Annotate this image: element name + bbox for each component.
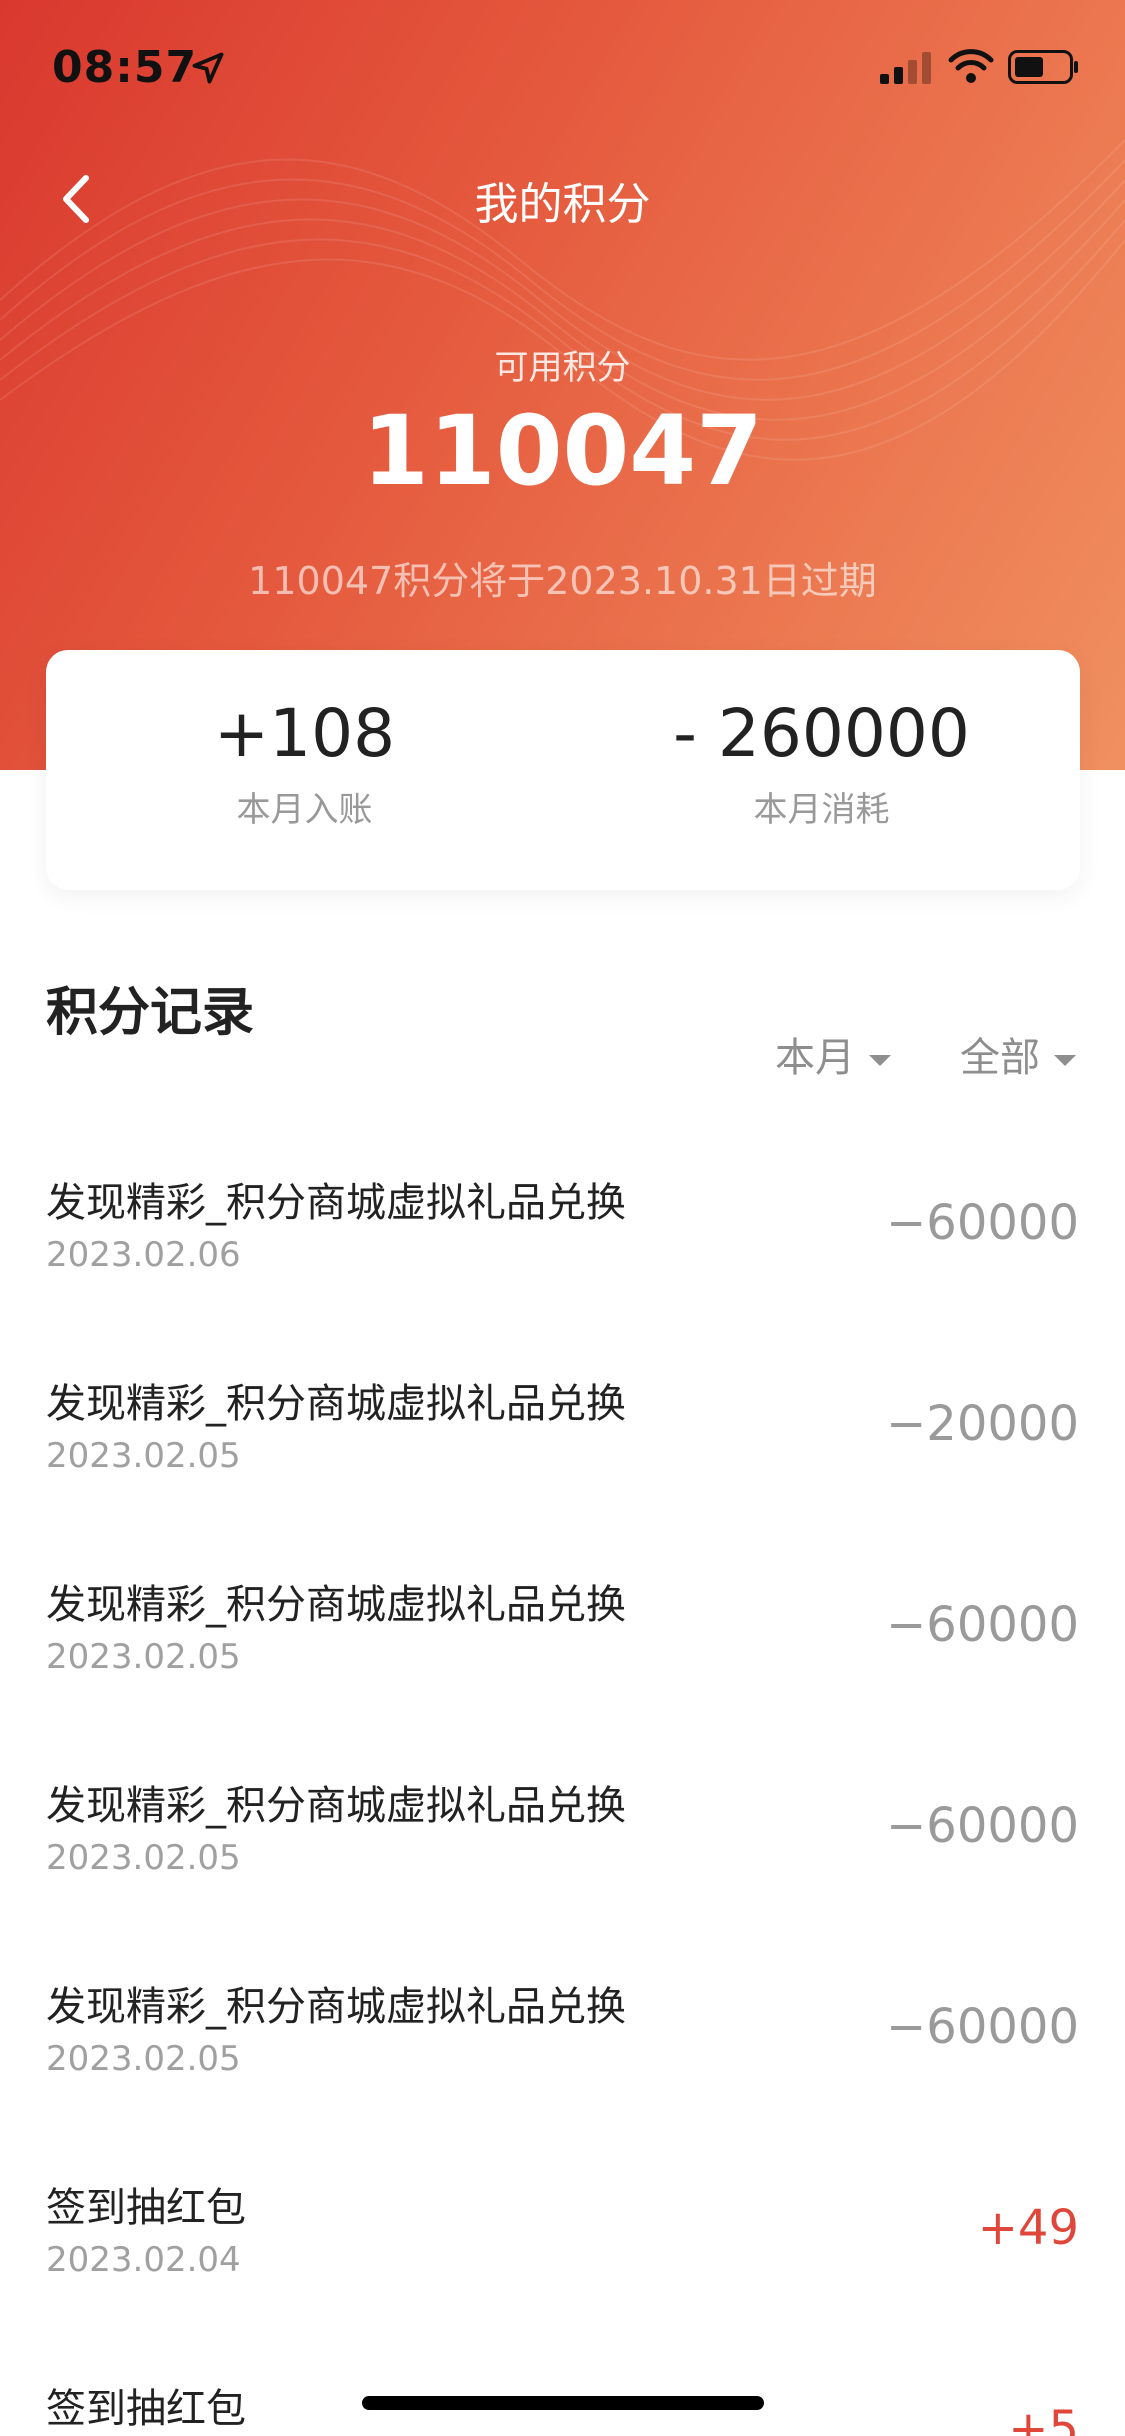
page-title: 我的积分	[474, 179, 651, 230]
record-date: 2023.02.05	[46, 1436, 241, 1476]
monthly-income: +108 本月入账	[46, 695, 563, 831]
wifi-icon	[948, 49, 994, 83]
caret-down-icon	[1054, 1054, 1076, 1066]
record-title: 签到抽红包	[46, 2386, 246, 2432]
record-date: 2023.02.04	[46, 2240, 241, 2280]
record-amount: −60000	[886, 1999, 1079, 2055]
list-item[interactable]: 签到抽红包 +5	[0, 2346, 1125, 2436]
record-title: 发现精彩_积分商城虚拟礼品兑换	[46, 1783, 626, 1829]
record-amount: +49	[977, 2200, 1079, 2256]
points-expiry-note: 110047积分将于2023.10.31日过期	[248, 559, 877, 603]
period-filter-dropdown[interactable]: 本月	[775, 1025, 891, 1083]
status-time: 08:57	[52, 42, 198, 93]
list-item[interactable]: 发现精彩_积分商城虚拟礼品兑换 2023.02.05 −60000	[0, 1542, 1125, 1743]
points-record-list: 发现精彩_积分商城虚拟礼品兑换 2023.02.06 −60000 发现精彩_积…	[0, 1140, 1125, 2436]
record-amount: −60000	[886, 1597, 1079, 1653]
monthly-spend-value: - 260000	[673, 695, 970, 772]
type-filter-dropdown[interactable]: 全部	[960, 1025, 1076, 1083]
record-date: 2023.02.06	[46, 1235, 241, 1275]
period-filter-label: 本月	[775, 1035, 855, 1081]
record-date: 2023.02.05	[46, 1637, 241, 1677]
record-amount: +5	[1008, 2401, 1079, 2436]
record-title: 发现精彩_积分商城虚拟礼品兑换	[46, 1984, 626, 2030]
monthly-spend-label: 本月消耗	[753, 790, 890, 830]
record-amount: −60000	[886, 1195, 1079, 1251]
record-title: 签到抽红包	[46, 2185, 246, 2231]
list-item[interactable]: 发现精彩_积分商城虚拟礼品兑换 2023.02.05 −60000	[0, 1743, 1125, 1944]
location-arrow-icon	[192, 52, 224, 84]
list-item[interactable]: 发现精彩_积分商城虚拟礼品兑换 2023.02.06 −60000	[0, 1140, 1125, 1341]
record-title: 发现精彩_积分商城虚拟礼品兑换	[46, 1381, 626, 1427]
record-amount: −60000	[886, 1798, 1079, 1854]
monthly-summary-card: +108 本月入账 - 260000 本月消耗	[46, 650, 1080, 890]
list-item[interactable]: 发现精彩_积分商城虚拟礼品兑换 2023.02.05 −20000	[0, 1341, 1125, 1542]
caret-down-icon	[869, 1054, 891, 1066]
list-item[interactable]: 发现精彩_积分商城虚拟礼品兑换 2023.02.05 −60000	[0, 1944, 1125, 2145]
monthly-spend: - 260000 本月消耗	[563, 695, 1080, 831]
list-item[interactable]: 签到抽红包 2023.02.04 +49	[0, 2145, 1125, 2346]
record-date: 2023.02.05	[46, 1838, 241, 1878]
type-filter-label: 全部	[960, 1035, 1040, 1081]
record-title: 发现精彩_积分商城虚拟礼品兑换	[46, 1180, 626, 1226]
signal-icon	[880, 52, 931, 84]
monthly-income-label: 本月入账	[236, 790, 373, 830]
record-amount: −20000	[886, 1396, 1079, 1452]
battery-icon	[1008, 50, 1078, 84]
records-section-title: 积分记录	[46, 983, 255, 1043]
available-points-value: 110047	[362, 395, 763, 507]
home-indicator[interactable]	[362, 2396, 764, 2410]
status-bar: 08:57	[0, 0, 1125, 140]
monthly-income-value: +108	[213, 695, 396, 772]
record-title: 发现精彩_积分商城虚拟礼品兑换	[46, 1582, 626, 1628]
available-points-label: 可用积分	[494, 348, 631, 388]
record-date: 2023.02.05	[46, 2039, 241, 2079]
